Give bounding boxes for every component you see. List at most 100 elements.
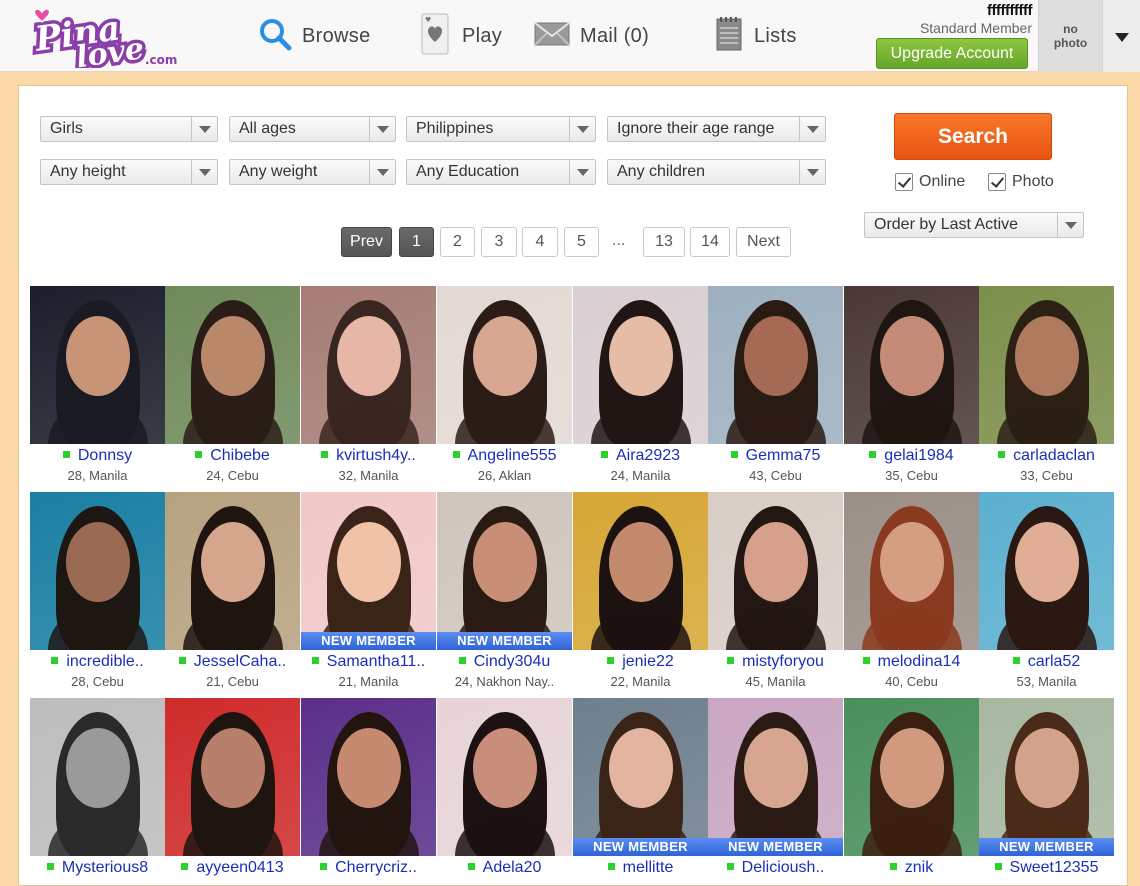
profile-name-link[interactable]: Gemma75 xyxy=(708,447,843,465)
profile-card[interactable]: NEW MEMBER Delicioush.. xyxy=(708,698,843,886)
age-select[interactable]: All ages xyxy=(229,116,396,142)
profile-name-link[interactable]: JesselCaha.. xyxy=(165,653,300,671)
profile-photo[interactable] xyxy=(165,698,300,856)
profile-photo[interactable] xyxy=(979,286,1114,444)
profile-photo[interactable]: NEW MEMBER xyxy=(708,698,843,856)
profile-name-link[interactable]: Chibebe xyxy=(165,447,300,465)
profile-card[interactable]: znik xyxy=(844,698,979,886)
profile-name-link[interactable]: carla52 xyxy=(979,653,1114,671)
online-filter[interactable]: Online xyxy=(895,171,965,193)
profile-card[interactable]: NEW MEMBER Sweet12355 xyxy=(979,698,1114,886)
page-button-13[interactable]: 13 xyxy=(643,227,685,257)
profile-name-link[interactable]: mellitte xyxy=(573,859,708,877)
photo-filter[interactable]: Photo xyxy=(988,171,1054,193)
profile-card[interactable]: Angeline555 26, Aklan xyxy=(437,286,572,486)
profile-name-link[interactable]: Donnsy xyxy=(30,447,165,465)
profile-photo[interactable] xyxy=(708,286,843,444)
profile-name-link[interactable]: jenie22 xyxy=(573,653,708,671)
online-checkbox[interactable] xyxy=(895,173,913,191)
profile-photo[interactable] xyxy=(301,286,436,444)
profile-name-link[interactable]: Aira2923 xyxy=(573,447,708,465)
profile-name-link[interactable]: Adela20 xyxy=(437,859,572,877)
profile-photo[interactable] xyxy=(573,286,708,444)
avatar[interactable]: no photo xyxy=(1038,0,1102,72)
profile-photo[interactable] xyxy=(165,492,300,650)
profile-card[interactable]: gelai1984 35, Cebu xyxy=(844,286,979,486)
country-select[interactable]: Philippines xyxy=(406,116,596,142)
upgrade-account-button[interactable]: Upgrade Account xyxy=(876,38,1028,69)
account-menu-toggle[interactable] xyxy=(1102,0,1140,72)
profile-card[interactable]: Chibebe 24, Cebu xyxy=(165,286,300,486)
nav-browse[interactable]: Browse xyxy=(258,14,371,58)
age-range-select[interactable]: Ignore their age range xyxy=(607,116,826,142)
profile-photo[interactable] xyxy=(30,492,165,650)
profile-card[interactable]: kvirtush4y.. 32, Manila xyxy=(301,286,436,486)
page-button-4[interactable]: 4 xyxy=(522,227,558,257)
profile-card[interactable]: incredible.. 28, Cebu xyxy=(30,492,165,692)
username[interactable]: ffffffffff xyxy=(872,2,1032,20)
profile-card[interactable]: jenie22 22, Manila xyxy=(573,492,708,692)
profile-card[interactable]: ayyeen0413 xyxy=(165,698,300,886)
profile-name-link[interactable]: Cherrycriz.. xyxy=(301,859,436,877)
page-button-1[interactable]: 1 xyxy=(399,227,434,257)
profile-photo[interactable] xyxy=(844,492,979,650)
profile-card[interactable]: NEW MEMBER mellitte xyxy=(573,698,708,886)
nav-lists[interactable]: Lists xyxy=(714,14,797,58)
profile-name-link[interactable]: znik xyxy=(844,859,979,877)
profile-card[interactable]: Cherrycriz.. xyxy=(301,698,436,886)
profile-photo[interactable] xyxy=(30,286,165,444)
profile-photo[interactable] xyxy=(708,492,843,650)
profile-card[interactable]: carladaclan 33, Cebu xyxy=(979,286,1114,486)
profile-card[interactable]: NEW MEMBER Cindy304u 24, Nakhon Nay.. xyxy=(437,492,572,692)
prev-page-button[interactable]: Prev xyxy=(341,227,392,257)
profile-card[interactable]: carla52 53, Manila xyxy=(979,492,1114,692)
page-button-14[interactable]: 14 xyxy=(690,227,730,257)
children-select[interactable]: Any children xyxy=(607,159,826,185)
photo-checkbox[interactable] xyxy=(988,173,1006,191)
profile-name-link[interactable]: ayyeen0413 xyxy=(165,859,300,877)
profile-photo[interactable]: NEW MEMBER xyxy=(437,492,572,650)
profile-photo[interactable]: NEW MEMBER xyxy=(301,492,436,650)
profile-name-link[interactable]: Mysterious8 xyxy=(30,859,165,877)
profile-name-link[interactable]: gelai1984 xyxy=(844,447,979,465)
profile-photo[interactable] xyxy=(437,286,572,444)
next-page-button[interactable]: Next xyxy=(736,227,791,257)
profile-photo[interactable]: NEW MEMBER xyxy=(979,698,1114,856)
profile-card[interactable]: Gemma75 43, Cebu xyxy=(708,286,843,486)
profile-photo[interactable] xyxy=(979,492,1114,650)
profile-name-link[interactable]: carladaclan xyxy=(979,447,1114,465)
profile-photo[interactable] xyxy=(30,698,165,856)
profile-photo[interactable] xyxy=(844,698,979,856)
education-select[interactable]: Any Education xyxy=(406,159,596,185)
order-select[interactable]: Order by Last Active xyxy=(864,212,1084,238)
profile-card[interactable]: JesselCaha.. 21, Cebu xyxy=(165,492,300,692)
profile-card[interactable]: melodina14 40, Cebu xyxy=(844,492,979,692)
search-button[interactable]: Search xyxy=(894,113,1052,160)
profile-card[interactable]: Adela20 xyxy=(437,698,572,886)
profile-photo[interactable] xyxy=(437,698,572,856)
nav-mail[interactable]: Mail (0) xyxy=(534,14,649,58)
height-select[interactable]: Any height xyxy=(40,159,218,185)
gender-select[interactable]: Girls xyxy=(40,116,218,142)
profile-photo[interactable] xyxy=(301,698,436,856)
profile-name-link[interactable]: incredible.. xyxy=(30,653,165,671)
profile-name-link[interactable]: melodina14 xyxy=(844,653,979,671)
site-logo[interactable]: Pina love .com xyxy=(28,4,182,79)
nav-play[interactable]: ♥ Play xyxy=(418,13,502,58)
weight-select[interactable]: Any weight xyxy=(229,159,396,185)
profile-photo[interactable] xyxy=(573,492,708,650)
profile-photo[interactable]: NEW MEMBER xyxy=(573,698,708,856)
profile-card[interactable]: Aira2923 24, Manila xyxy=(573,286,708,486)
profile-photo[interactable] xyxy=(844,286,979,444)
profile-card[interactable]: Mysterious8 xyxy=(30,698,165,886)
profile-photo[interactable] xyxy=(165,286,300,444)
page-button-3[interactable]: 3 xyxy=(481,227,517,257)
page-button-2[interactable]: 2 xyxy=(440,227,475,257)
profile-card[interactable]: mistyforyou 45, Manila xyxy=(708,492,843,692)
profile-name-link[interactable]: Samantha11.. xyxy=(301,653,436,671)
page-button-5[interactable]: 5 xyxy=(564,227,599,257)
profile-name-link[interactable]: Cindy304u xyxy=(437,653,572,671)
profile-name-link[interactable]: Sweet12355 xyxy=(979,859,1114,877)
profile-name-link[interactable]: kvirtush4y.. xyxy=(301,447,436,465)
profile-name-link[interactable]: Angeline555 xyxy=(437,447,572,465)
